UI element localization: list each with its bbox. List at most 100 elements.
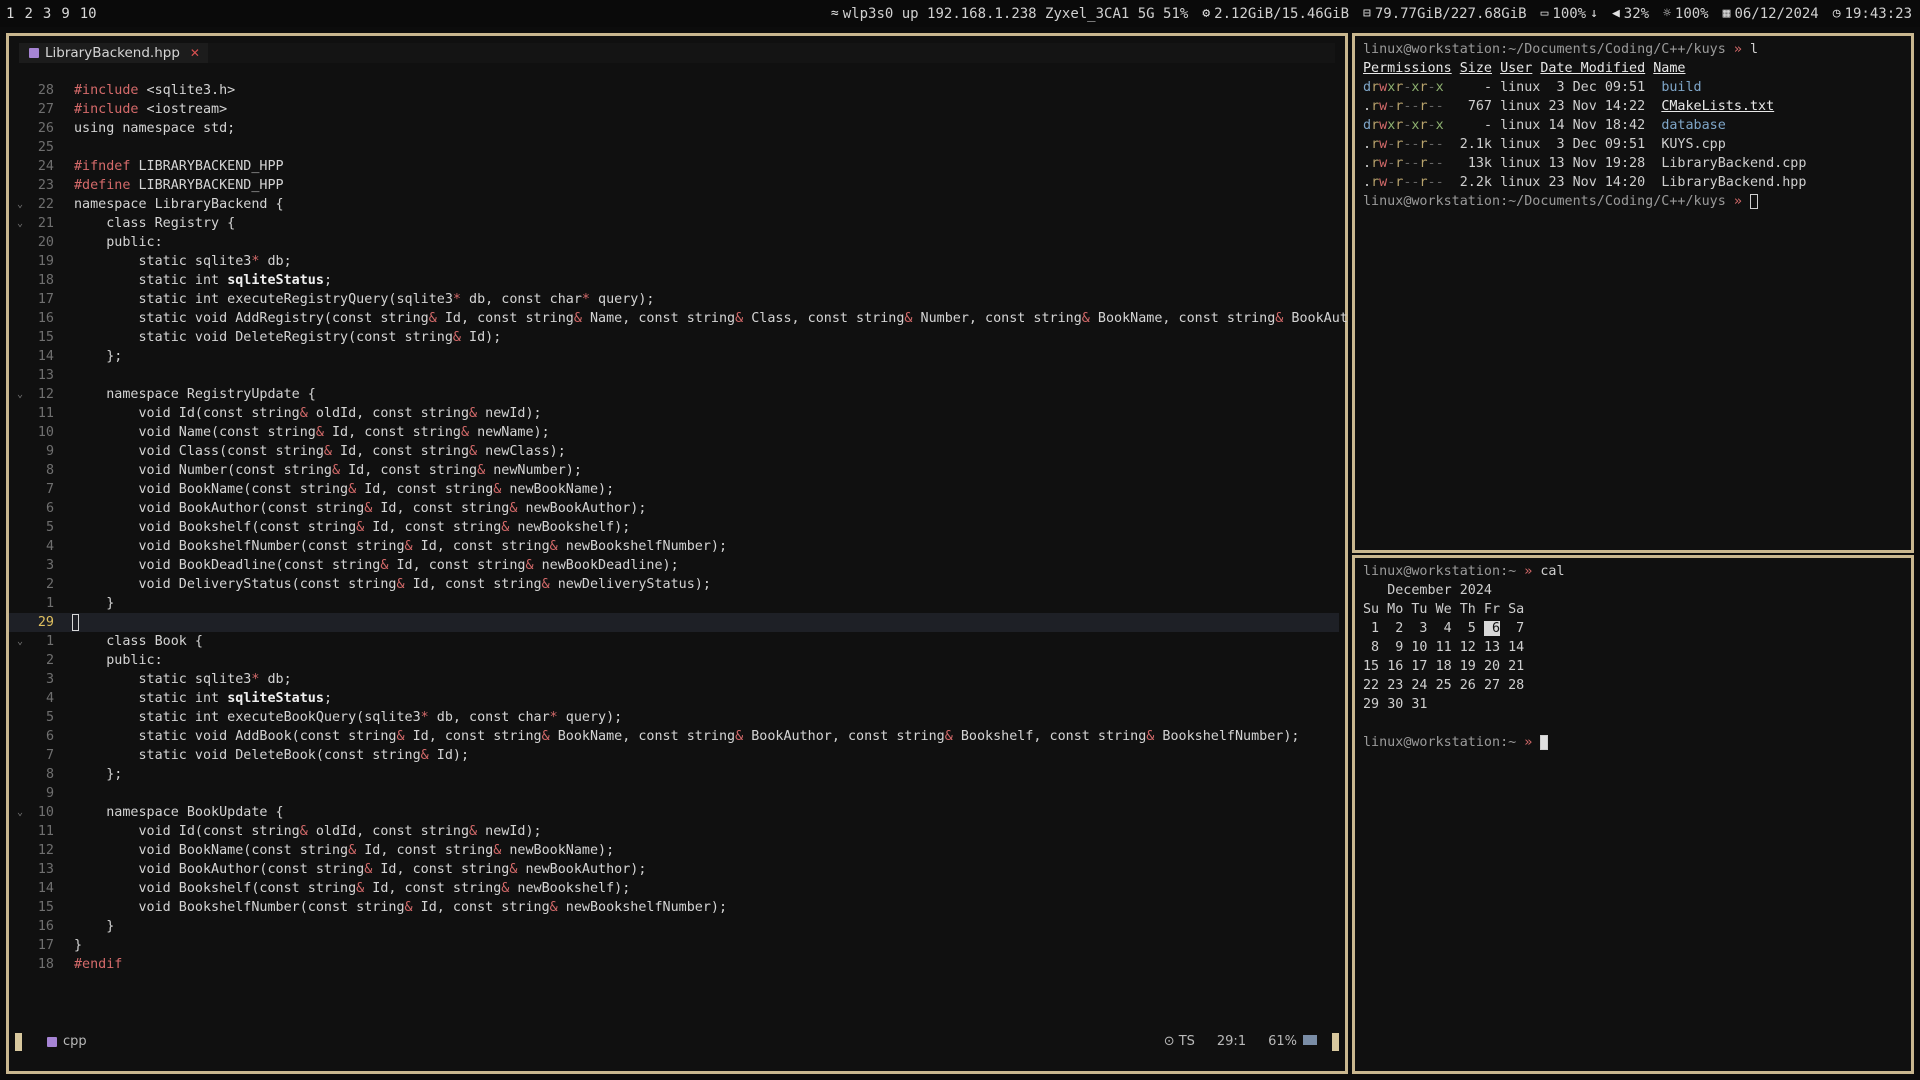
column-header: Size — [1459, 61, 1492, 76]
calendar-day: 3 — [1411, 621, 1428, 636]
code-line[interactable]: 27 #include <iostream> — [9, 100, 1339, 119]
code-line[interactable]: 1 } — [9, 594, 1339, 613]
prompt-cwd: ~/Documents/Coding/C++/kuys — [1508, 194, 1726, 209]
code-line[interactable]: 2 void DeliveryStatus(const string& Id, … — [9, 575, 1339, 594]
file-row[interactable]: drwxr-xr-x - linux 14 Nov 18:42 database — [1363, 116, 1907, 135]
code-line[interactable]: 5 void Bookshelf(const string& Id, const… — [9, 518, 1339, 537]
prompt-user: linux — [1363, 42, 1404, 57]
code-line[interactable]: 17 static int executeRegistryQuery(sqlit… — [9, 290, 1339, 309]
code-line[interactable]: 4 static int sqliteStatus; — [9, 689, 1339, 708]
tab-librarybackend-hpp[interactable]: LibraryBackend.hpp ✕ — [19, 43, 208, 63]
code-line[interactable]: 6 static void AddBook(const string& Id, … — [9, 727, 1339, 746]
file-row[interactable]: .rw-r--r-- 13k linux 13 Nov 19:28 Librar… — [1363, 154, 1907, 173]
code-line[interactable]: ⌄ 12 namespace RegistryUpdate { — [9, 385, 1339, 404]
workspace-3[interactable]: 3 — [43, 6, 51, 22]
code-line[interactable]: ⌄ 21 class Registry { — [9, 214, 1339, 233]
code-line[interactable]: ⌄ 22 namespace LibraryBackend { — [9, 195, 1339, 214]
volume-status[interactable]: ◀ 32% — [1612, 6, 1649, 22]
code-line[interactable]: 7 void BookName(const string& Id, const … — [9, 480, 1339, 499]
file-row[interactable]: .rw-r--r-- 2.2k linux 23 Nov 14:20 Libra… — [1363, 173, 1907, 192]
code-line[interactable]: 28 #include <sqlite3.h> — [9, 81, 1339, 100]
code-line[interactable]: 15 static void DeleteRegistry(const stri… — [9, 328, 1339, 347]
code-line[interactable]: 7 static void DeleteBook(const string& I… — [9, 746, 1339, 765]
code-line[interactable]: 17} — [9, 936, 1339, 955]
code-line[interactable]: 4 void BookshelfNumber(const string& Id,… — [9, 537, 1339, 556]
permissions: .rw-r--r-- — [1363, 137, 1444, 152]
line-text: static void AddRegistry(const string& Id… — [74, 311, 1348, 326]
code-line[interactable]: 11 void Id(const string& oldId, const st… — [9, 822, 1339, 841]
editor-pane[interactable]: LibraryBackend.hpp ✕ 28 #include <sqlite3… — [6, 33, 1348, 1074]
code-line[interactable]: 9 — [9, 784, 1339, 803]
code-line[interactable]: 3 static sqlite3* db; — [9, 670, 1339, 689]
memory-status: ⚙ 2.12GiB/15.46GiB — [1202, 5, 1350, 22]
line-text: public: — [74, 235, 163, 250]
code-line[interactable]: 15 void BookshelfNumber(const string& Id… — [9, 898, 1339, 917]
code-line[interactable]: 10 void Name(const string& Id, const str… — [9, 423, 1339, 442]
line-text: public: — [74, 653, 163, 668]
calendar-weekdays: Su Mo Tu We Th Fr Sa — [1363, 600, 1907, 619]
file-name: KUYS.cpp — [1661, 137, 1726, 152]
code-line[interactable]: 11 void Id(const string& oldId, const st… — [9, 404, 1339, 423]
code-line[interactable]: 8 }; — [9, 765, 1339, 784]
line-text: void BookName(const string& Id, const st… — [74, 482, 615, 497]
terminal-output[interactable]: linux@workstation:~/Documents/Coding/C++… — [1363, 40, 1907, 211]
code-line[interactable]: 14 }; — [9, 347, 1339, 366]
line-number: 17 — [37, 938, 54, 953]
treesitter-icon: ⊙ — [1163, 1034, 1175, 1049]
code-line[interactable]: 20 public: — [9, 233, 1339, 252]
line-number: 24 — [37, 159, 54, 174]
code-line[interactable]: 12 void BookName(const string& Id, const… — [9, 841, 1339, 860]
code-line[interactable]: 29 — [9, 613, 1339, 632]
line-text: #ifndef LIBRARYBACKEND_HPP — [74, 159, 284, 174]
code-line[interactable]: 19 static sqlite3* db; — [9, 252, 1339, 271]
file-row[interactable]: .rw-r--r-- 2.1k linux 3 Dec 09:51 KUYS.c… — [1363, 135, 1907, 154]
code-line[interactable]: 25 — [9, 138, 1339, 157]
terminal-pane-bottom[interactable]: linux@workstation:~ » cal December 2024 S… — [1352, 555, 1914, 1074]
workspace-9[interactable]: 9 — [61, 6, 69, 22]
line-text: static int executeRegistryQuery(sqlite3*… — [74, 292, 655, 307]
prompt-line: linux@workstation:~/Documents/Coding/C++… — [1363, 40, 1907, 59]
line-number: 26 — [37, 121, 54, 136]
file-user: linux — [1500, 156, 1541, 171]
line-number: 28 — [37, 83, 54, 98]
prompt-host: workstation — [1411, 42, 1501, 57]
code-line[interactable]: 16 static void AddRegistry(const string&… — [9, 309, 1348, 328]
line-text: void BookName(const string& Id, const st… — [74, 843, 615, 858]
code-line[interactable]: ⌄ 10 namespace BookUpdate { — [9, 803, 1339, 822]
code-line[interactable]: 13 — [9, 366, 1339, 385]
line-number: 11 — [37, 406, 54, 421]
close-icon[interactable]: ✕ — [190, 46, 200, 60]
code-line[interactable]: ⌄ 1 class Book { — [9, 632, 1339, 651]
code-line[interactable]: 14 void Bookshelf(const string& Id, cons… — [9, 879, 1339, 898]
workspace-1[interactable]: 1 — [6, 6, 14, 22]
calendar-day: 4 — [1435, 621, 1452, 636]
code-line[interactable]: 26 using namespace std; — [9, 119, 1339, 138]
code-line[interactable]: 23 #define LIBRARYBACKEND_HPP — [9, 176, 1339, 195]
workspace-2[interactable]: 2 — [24, 6, 32, 22]
terminal-pane-top[interactable]: linux@workstation:~/Documents/Coding/C++… — [1352, 33, 1914, 553]
file-date: 23 Nov 14:22 — [1548, 99, 1646, 114]
code-line[interactable]: 18 static int sqliteStatus; — [9, 271, 1339, 290]
code-line[interactable]: 2 public: — [9, 651, 1339, 670]
top-status-bar: 1 2 3 9 10 ≈ wlp3s0 up 192.168.1.238 Zyxel_3… — [0, 0, 1920, 27]
text-cursor — [72, 614, 79, 631]
code-line[interactable]: 13 void BookAuthor(const string& Id, con… — [9, 860, 1339, 879]
line-text: class Registry { — [74, 216, 236, 231]
code-line[interactable]: 5 static int executeBookQuery(sqlite3* d… — [9, 708, 1339, 727]
calendar-day: 15 — [1363, 659, 1380, 674]
file-date: 13 Nov 19:28 — [1548, 156, 1646, 171]
battery-icon: ▭ — [1540, 6, 1549, 21]
file-name: CMakeLists.txt — [1661, 99, 1775, 114]
code-line[interactable]: 9 void Class(const string& Id, const str… — [9, 442, 1339, 461]
file-row[interactable]: drwxr-xr-x - linux 3 Dec 09:51 build — [1363, 78, 1907, 97]
code-line[interactable]: 3 void BookDeadline(const string& Id, co… — [9, 556, 1339, 575]
code-line[interactable]: 16 } — [9, 917, 1339, 936]
terminal-output[interactable]: linux@workstation:~ » cal December 2024 S… — [1363, 562, 1907, 752]
workspace-10[interactable]: 10 — [80, 6, 97, 22]
code-line[interactable]: 6 void BookAuthor(const string& Id, cons… — [9, 499, 1339, 518]
file-row[interactable]: .rw-r--r-- 767 linux 23 Nov 14:22 CMakeL… — [1363, 97, 1907, 116]
code-line[interactable]: 24 #ifndef LIBRARYBACKEND_HPP — [9, 157, 1339, 176]
code-line[interactable]: 18 #endif — [9, 955, 1339, 974]
code-line[interactable]: 8 void Number(const string& Id, const st… — [9, 461, 1339, 480]
line-number: 8 — [45, 463, 54, 478]
